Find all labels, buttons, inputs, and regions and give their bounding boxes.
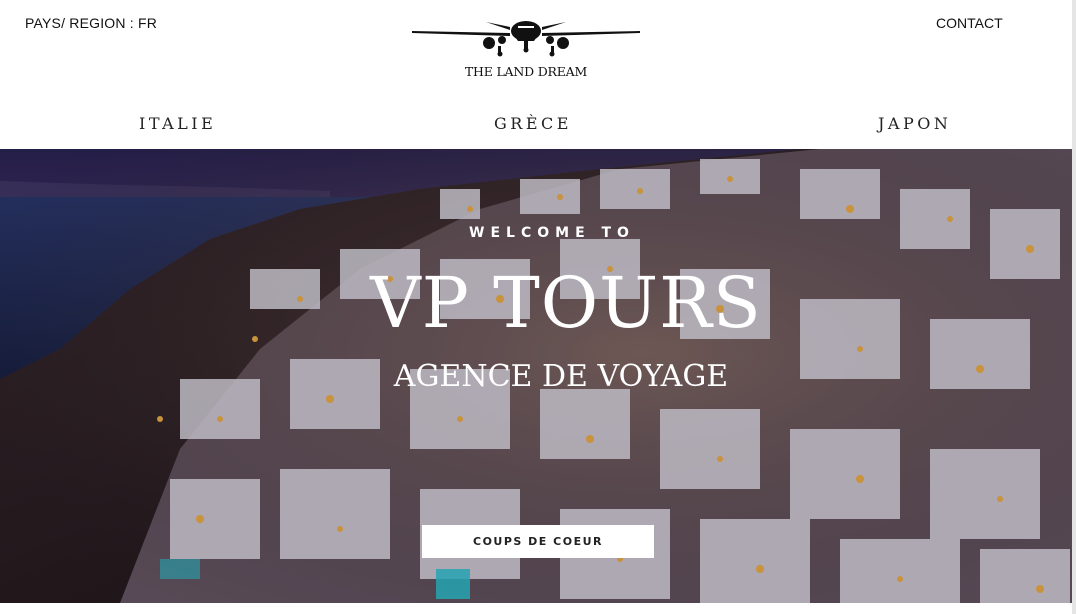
logo-text: THE LAND DREAM <box>464 64 588 79</box>
hero-welcome-text: WELCOME TO <box>469 225 635 241</box>
nav-item-japon[interactable]: JAPON <box>878 114 951 133</box>
site-logo[interactable]: THE LAND DREAM <box>410 10 642 86</box>
site-header: PAYS/ REGION : FR THE LAND DREAM CONTACT… <box>0 0 1072 149</box>
vertical-scrollbar[interactable] <box>1072 0 1076 614</box>
nav-item-grece[interactable]: GRÈCE <box>494 114 572 133</box>
coups-de-coeur-button[interactable]: COUPS DE COEUR <box>422 525 654 558</box>
contact-link[interactable]: CONTACT <box>936 15 1003 31</box>
airplane-icon <box>412 21 640 57</box>
hero-subtitle: AGENCE DE VOYAGE <box>393 359 729 394</box>
region-selector[interactable]: PAYS/ REGION : FR <box>25 15 157 31</box>
page-bottom-strip <box>0 603 1072 614</box>
nav-item-italie[interactable]: ITALIE <box>139 114 216 133</box>
hero-title: VP TOURS <box>370 262 762 344</box>
